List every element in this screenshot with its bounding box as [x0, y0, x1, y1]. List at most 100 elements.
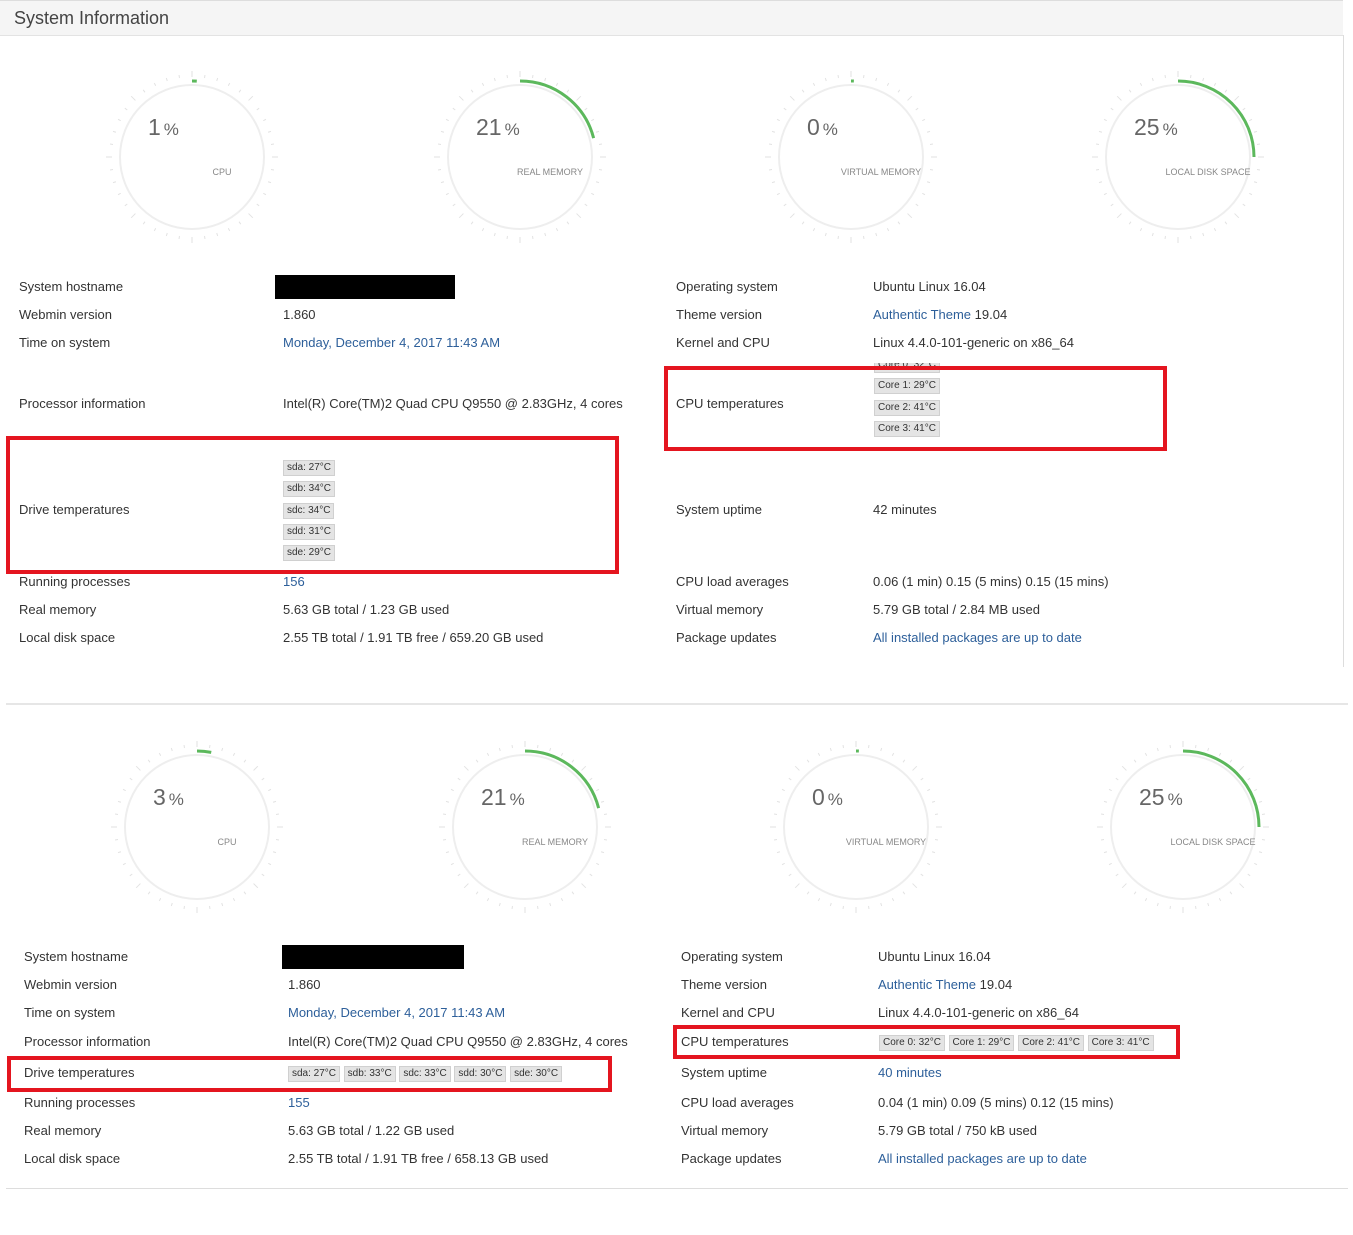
gauge-tick	[122, 862, 126, 866]
gauge-tick	[256, 203, 260, 207]
gauge-tick	[1258, 800, 1263, 803]
gauge-tick	[927, 862, 931, 866]
gauge-tick	[493, 232, 496, 237]
gauge-tick	[232, 898, 236, 902]
os-value: Ubuntu Linux 16.04	[873, 279, 986, 294]
theme-version-label: Theme version	[676, 307, 762, 322]
running-processes-link[interactable]: 155	[288, 1095, 310, 1110]
gauge-tick	[452, 203, 456, 207]
gauge-tick	[1108, 862, 1112, 866]
gauge-value: 0	[807, 114, 820, 140]
gauge-tick	[1254, 862, 1258, 866]
system-uptime-link[interactable]: 40 minutes	[878, 1065, 942, 1080]
package-updates-link[interactable]: All installed packages are up to date	[878, 1151, 1087, 1166]
gauge-tick	[789, 213, 795, 219]
panel-separator	[6, 703, 1348, 705]
gauge-tick	[788, 873, 792, 877]
gauge-tick	[902, 759, 906, 763]
gauge-track	[447, 84, 593, 230]
gauge-tick	[806, 759, 810, 763]
gauge-percent: 25%	[1134, 114, 1178, 141]
hostname-redacted	[282, 945, 464, 969]
gauge-tick	[1098, 130, 1103, 133]
gauge-dial	[434, 71, 606, 243]
authentic-theme-link[interactable]: Authentic Theme	[878, 977, 976, 992]
time-on-system-link[interactable]: Monday, December 4, 2017 11:43 AM	[283, 335, 500, 350]
gauge-tick	[912, 883, 918, 889]
gauge-tick	[135, 883, 141, 889]
gauge-label: LOCAL DISK SPACE	[1170, 837, 1256, 847]
gauge-tick	[243, 759, 247, 763]
gauge-tick	[122, 788, 126, 792]
gauge-tick	[263, 192, 267, 196]
gauge-tick	[450, 862, 454, 866]
gauge-tick	[475, 891, 479, 895]
gauge-tick	[1242, 107, 1246, 111]
processor-info-value: Intel(R) Core(TM)2 Quad CPU Q9550 @ 2.83…	[283, 396, 623, 411]
gauge-tick	[1139, 82, 1143, 86]
theme-version-number: 19.04	[974, 307, 1008, 322]
package-updates-link[interactable]: All installed packages are up to date	[873, 630, 1082, 645]
hostname-redacted	[275, 275, 455, 299]
gauge-tick	[481, 228, 485, 232]
gauge-tick	[788, 777, 792, 781]
gauge-tick	[1144, 898, 1148, 902]
gauge-tick	[581, 765, 587, 771]
gauge-tick	[1133, 759, 1137, 763]
gauge-tick	[789, 95, 795, 101]
gauge-tick	[261, 873, 265, 877]
gauge-unit: %	[509, 790, 525, 809]
gauge-tick	[486, 898, 490, 902]
gauge-tick	[256, 107, 260, 111]
gauge-tick	[783, 203, 787, 207]
gauge-tick	[147, 759, 151, 763]
gauge-tick	[445, 851, 450, 854]
gauge-tick	[457, 777, 461, 781]
gauge-tick	[907, 213, 913, 219]
gauge-tick	[445, 800, 450, 803]
gauge-tick	[781, 788, 785, 792]
gauge-unit: %	[827, 790, 843, 809]
gauge-tick	[1115, 873, 1119, 877]
gauge-tick	[920, 873, 924, 877]
cpu-temp-highlight	[664, 366, 1167, 451]
gauge-tick	[1213, 82, 1217, 86]
gauge-tick	[776, 800, 781, 803]
gauge-label: CPU	[212, 167, 232, 177]
gauge-tick	[829, 747, 832, 752]
gauge-dial	[770, 741, 942, 913]
gauge-tick	[794, 765, 800, 771]
gauge-tick	[232, 752, 236, 756]
gauge-tick	[493, 77, 496, 82]
gauge-tick	[776, 118, 780, 122]
gauge-fill-arc	[1177, 79, 1256, 158]
gauge-value: 21	[476, 114, 502, 140]
system-uptime-value: 42 minutes	[873, 502, 937, 517]
gauge-tick	[238, 89, 242, 93]
authentic-theme-link[interactable]: Authentic Theme	[873, 307, 971, 322]
package-updates-label: Package updates	[681, 1151, 782, 1166]
webmin-version-label: Webmin version	[24, 977, 117, 992]
gauge-value: 21	[481, 784, 507, 810]
time-on-system-link[interactable]: Monday, December 4, 2017 11:43 AM	[288, 1005, 505, 1020]
gauge-tick	[498, 902, 501, 907]
running-processes-label: Running processes	[19, 574, 131, 589]
gauge-tick	[886, 228, 890, 232]
gauge-tick	[1133, 891, 1137, 895]
os-value: Ubuntu Linux 16.04	[878, 949, 991, 964]
gauge-label: VIRTUAL MEMORY	[840, 167, 922, 177]
gauge-tick	[1103, 192, 1107, 196]
gauge-tick	[806, 891, 810, 895]
gauge-tick	[1207, 747, 1210, 752]
gauge-tick	[248, 213, 254, 219]
gauge-tick	[1156, 747, 1159, 752]
gauge-tick	[498, 747, 501, 752]
gauge-tick	[920, 777, 924, 781]
gauge-tick	[581, 883, 587, 889]
gauge-track	[1105, 84, 1251, 230]
gauge-tick	[931, 800, 936, 803]
running-processes-link[interactable]: 156	[283, 574, 305, 589]
gauge-tick	[153, 82, 157, 86]
gauge-tick	[595, 181, 600, 184]
theme-version-value: Authentic Theme 19.04	[878, 977, 1012, 992]
